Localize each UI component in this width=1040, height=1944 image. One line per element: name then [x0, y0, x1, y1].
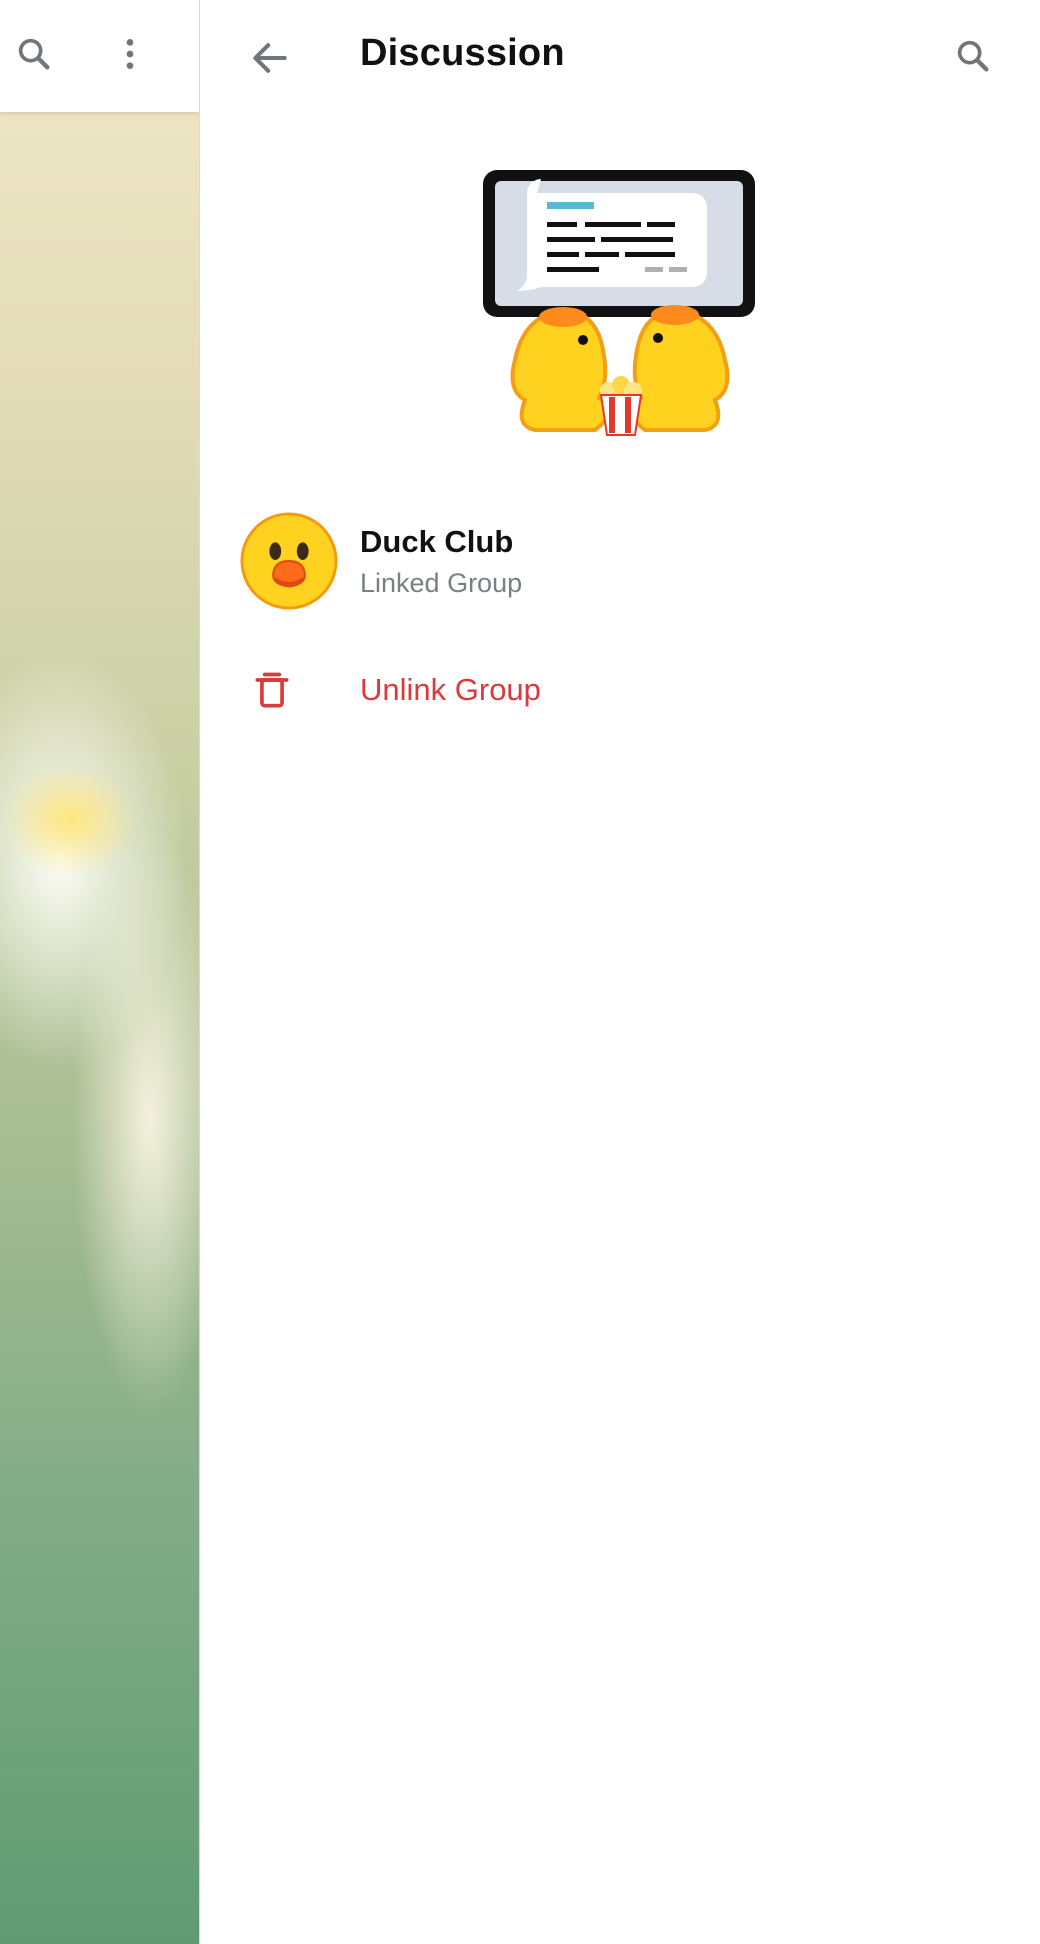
duck-avatar — [240, 512, 338, 610]
arrow-back-icon — [253, 43, 287, 73]
search-button[interactable] — [945, 28, 1001, 84]
trash-icon — [248, 667, 296, 715]
page-title: Discussion — [360, 32, 565, 74]
ducks-watching-tablet-sticker — [483, 170, 755, 436]
group-subtitle: Linked Group — [360, 568, 523, 598]
more-vert-icon[interactable] — [102, 26, 158, 82]
search-icon[interactable] — [6, 26, 62, 82]
unlink-group-label: Unlink Group — [360, 672, 541, 707]
search-icon — [957, 40, 989, 72]
group-name: Duck Club — [360, 524, 514, 559]
unlink-group-button[interactable]: Unlink Group — [200, 655, 1040, 755]
linked-group-row[interactable]: Duck Club Linked Group — [200, 500, 1040, 630]
discussion-header: Discussion — [200, 0, 1040, 112]
chat-top-bar — [0, 0, 199, 112]
chat-background-pane — [0, 0, 199, 1944]
discussion-panel: Discussion Duck Club Linked Group Unlink… — [200, 0, 1040, 1944]
back-button[interactable] — [242, 30, 298, 86]
